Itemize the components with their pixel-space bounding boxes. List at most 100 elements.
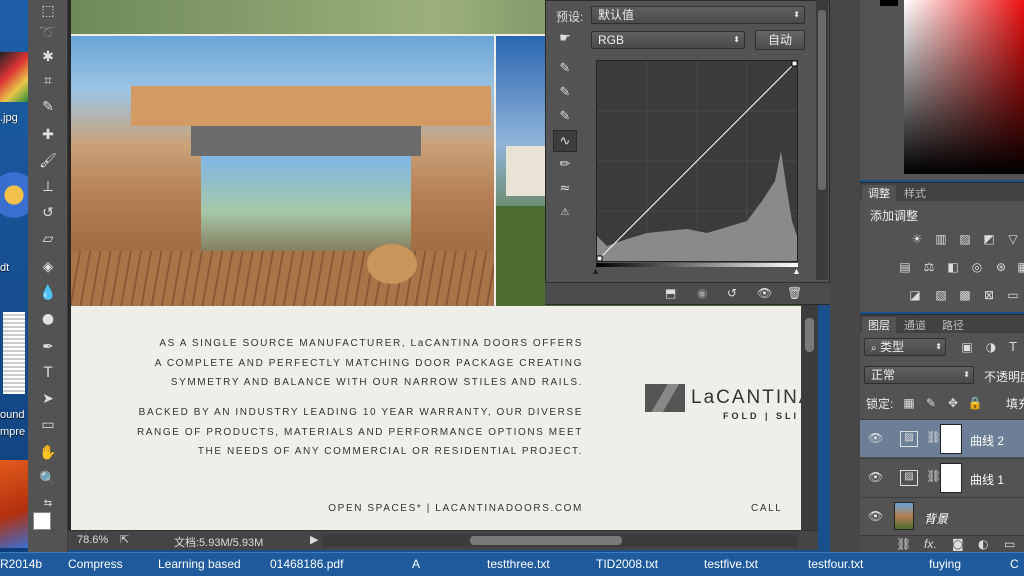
- eye-icon[interactable]: 👁: [868, 509, 883, 523]
- reset-icon[interactable]: ↺: [727, 286, 737, 300]
- filter-type-icon[interactable]: T: [1004, 339, 1022, 355]
- lock-position-icon[interactable]: ✥: [944, 395, 962, 411]
- layer-row[interactable]: 👁 背景: [860, 497, 1024, 535]
- hand-tool-icon[interactable]: ✋: [36, 442, 60, 464]
- new-adjustment-icon[interactable]: ◐: [978, 537, 988, 551]
- selective-color-icon[interactable]: ⊠: [980, 287, 998, 303]
- channel-select[interactable]: RGB ⬍: [591, 31, 745, 49]
- exposure-icon[interactable]: ◩: [980, 231, 998, 247]
- delete-icon[interactable]: 🗑: [787, 286, 802, 300]
- zoom-level[interactable]: 78.6%: [77, 534, 108, 546]
- levels-icon[interactable]: ▥: [932, 231, 950, 247]
- layer-mask-thumbnail[interactable]: [940, 463, 962, 493]
- black-slider-icon[interactable]: ▲: [591, 266, 600, 276]
- export-icon[interactable]: ⇱: [120, 533, 129, 546]
- desktop-pencil-icon[interactable]: [0, 160, 28, 230]
- color-spectrum[interactable]: [904, 0, 1024, 174]
- taskbar-item[interactable]: Compress: [68, 557, 123, 571]
- lock-pixels-icon[interactable]: ✎: [922, 395, 940, 411]
- taskbar-item[interactable]: TID2008.txt: [596, 557, 658, 571]
- black-point-eyedropper-icon[interactable]: ✎: [553, 58, 577, 80]
- on-image-adjust-icon[interactable]: ☛: [553, 28, 577, 50]
- auto-button[interactable]: 自动: [755, 30, 805, 50]
- horizontal-scrollbar[interactable]: [322, 534, 798, 547]
- clipping-warning-icon[interactable]: ⚠: [553, 202, 577, 224]
- gradient-map-icon[interactable]: ▭: [1004, 287, 1022, 303]
- clip-to-layer-icon[interactable]: ⬒: [665, 286, 676, 300]
- white-slider-icon[interactable]: ▲: [792, 266, 801, 276]
- taskbar-item[interactable]: Learning based: [158, 557, 241, 571]
- taskbar-item[interactable]: testfive.txt: [704, 557, 758, 571]
- healing-brush-tool-icon[interactable]: ✚: [36, 124, 60, 146]
- dodge-tool-icon[interactable]: ●: [36, 308, 60, 330]
- gray-point-eyedropper-icon[interactable]: ✎: [553, 82, 577, 104]
- link-layers-icon[interactable]: ⛓: [896, 537, 911, 551]
- taskbar-item[interactable]: 01468186.pdf: [270, 557, 343, 571]
- path-selection-tool-icon[interactable]: ➤: [36, 388, 60, 410]
- history-brush-tool-icon[interactable]: ↺: [36, 202, 60, 224]
- clone-stamp-tool-icon[interactable]: ⊥: [36, 176, 60, 198]
- add-mask-icon[interactable]: ◙: [952, 537, 964, 551]
- taskbar-item[interactable]: R2014b: [0, 557, 42, 571]
- lock-all-icon[interactable]: 🔒: [966, 395, 984, 411]
- smooth-icon[interactable]: ≈: [553, 178, 577, 200]
- crop-tool-icon[interactable]: ⌗: [36, 70, 60, 92]
- filter-image-icon[interactable]: ▣: [958, 339, 976, 355]
- color-lookup-icon[interactable]: ▦: [1014, 259, 1024, 275]
- curves-panel-scrollbar[interactable]: [816, 0, 828, 280]
- magic-wand-tool-icon[interactable]: ✱: [36, 46, 60, 68]
- horizontal-scrollbar-thumb[interactable]: [470, 536, 622, 545]
- desktop-document-icon[interactable]: [3, 312, 25, 394]
- threshold-icon[interactable]: ▩: [956, 287, 974, 303]
- blur-tool-icon[interactable]: 💧: [36, 282, 60, 304]
- invert-icon[interactable]: ◪: [906, 287, 924, 303]
- foreground-color-swatch[interactable]: [33, 512, 51, 530]
- scrollbar-thumb[interactable]: [805, 318, 814, 352]
- zoom-tool-icon[interactable]: 🔍: [36, 468, 60, 490]
- visibility-icon[interactable]: 👁: [757, 286, 772, 300]
- layer-row[interactable]: 👁 ▨ ⛓ 曲线 1: [860, 458, 1024, 496]
- white-point-eyedropper-icon[interactable]: ✎: [553, 106, 577, 128]
- rectangle-tool-icon[interactable]: ▭: [36, 414, 60, 436]
- view-previous-icon[interactable]: ◉: [697, 286, 707, 300]
- photo-filter-icon[interactable]: ◎: [968, 259, 986, 275]
- marquee-tool-icon[interactable]: ⬚: [36, 0, 60, 22]
- tab-styles[interactable]: 样式: [898, 185, 932, 201]
- color-swatch-black[interactable]: [880, 0, 898, 6]
- link-icon[interactable]: ⛓: [926, 469, 941, 483]
- link-icon[interactable]: ⛓: [926, 430, 941, 444]
- layer-row[interactable]: 👁 ▨ ⛓ 曲线 2: [860, 419, 1024, 457]
- blend-mode-select[interactable]: 正常 ⬍: [864, 366, 974, 384]
- curve-point-tool-icon[interactable]: ∿: [553, 130, 577, 152]
- preset-select[interactable]: 默认值 ⬍: [591, 6, 805, 24]
- posterize-icon[interactable]: ▧: [932, 287, 950, 303]
- eye-icon[interactable]: 👁: [868, 470, 883, 484]
- layer-name[interactable]: 曲线 2: [970, 432, 1004, 449]
- channel-mixer-icon[interactable]: ⊛: [992, 259, 1010, 275]
- status-arrow-icon[interactable]: ▶: [310, 533, 318, 546]
- eraser-tool-icon[interactable]: ▱: [36, 228, 60, 250]
- tab-channels[interactable]: 通道: [898, 317, 932, 333]
- layer-thumbnail[interactable]: [894, 502, 914, 530]
- layer-name[interactable]: 曲线 1: [970, 471, 1004, 488]
- curves-scroll-thumb[interactable]: [818, 10, 826, 190]
- vibrance-icon[interactable]: ▽: [1004, 231, 1022, 247]
- taskbar-item[interactable]: testthree.txt: [487, 557, 550, 571]
- eye-icon[interactable]: 👁: [868, 431, 883, 445]
- brightness-icon[interactable]: ☀: [908, 231, 926, 247]
- fx-icon[interactable]: fx.: [924, 537, 937, 551]
- layer-mask-thumbnail[interactable]: [940, 424, 962, 454]
- curves-graph[interactable]: [596, 60, 798, 262]
- paint-bucket-tool-icon[interactable]: ◈: [36, 256, 60, 278]
- tab-adjustments[interactable]: 调整: [862, 185, 896, 201]
- filter-adjust-icon[interactable]: ◑: [982, 339, 1000, 355]
- pencil-draw-icon[interactable]: ✏: [553, 154, 577, 176]
- color-balance-icon[interactable]: ⚖: [920, 259, 938, 275]
- lasso-tool-icon[interactable]: ➰: [36, 22, 60, 44]
- taskbar-item[interactable]: testfour.txt: [808, 557, 863, 571]
- brush-tool-icon[interactable]: 🖌: [36, 150, 60, 172]
- layer-name[interactable]: 背景: [924, 510, 948, 527]
- swap-colors-icon[interactable]: ⇆: [36, 492, 60, 514]
- lock-transparent-icon[interactable]: ▦: [900, 395, 918, 411]
- eyedropper-tool-icon[interactable]: ✎: [36, 96, 60, 118]
